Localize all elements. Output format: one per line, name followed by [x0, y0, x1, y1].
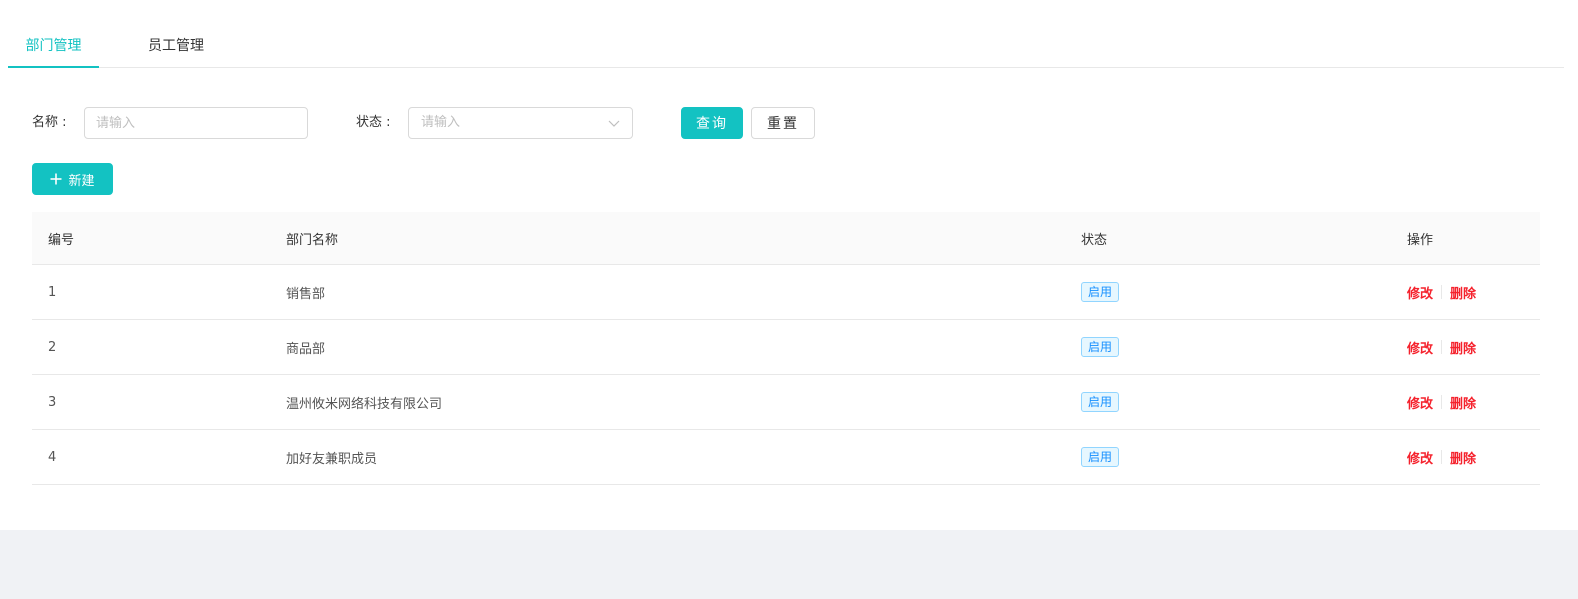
- status-select[interactable]: 请输入: [408, 107, 633, 139]
- row-id: 1: [48, 284, 57, 300]
- table-row: 2 商品部 启用 修改 删除: [32, 320, 1540, 375]
- column-header-name: 部门名称: [286, 232, 339, 248]
- table-row: 3 温州攸米网络科技有限公司 启用 修改 删除: [32, 375, 1540, 430]
- status-select-placeholder: 请输入: [421, 115, 461, 130]
- table-row: 4 加好友兼职成员 启用 修改 删除: [32, 430, 1540, 485]
- delete-link[interactable]: 删除: [1450, 393, 1476, 412]
- table-row: 1 销售部 启用 修改 删除: [32, 265, 1540, 320]
- status-badge: 启用: [1081, 447, 1120, 467]
- delete-link[interactable]: 删除: [1450, 338, 1476, 357]
- new-button-label: 新建: [68, 173, 95, 189]
- row-id: 4: [48, 449, 57, 465]
- edit-link[interactable]: 修改: [1407, 393, 1433, 412]
- reset-button[interactable]: 重置: [751, 107, 815, 139]
- row-name: 加好友兼职成员: [286, 451, 378, 467]
- status-badge: 启用: [1081, 337, 1120, 357]
- row-id: 3: [48, 394, 57, 410]
- row-actions: 修改 删除: [1407, 375, 1476, 429]
- row-name: 销售部: [286, 286, 326, 302]
- edit-link[interactable]: 修改: [1407, 338, 1433, 357]
- delete-link[interactable]: 删除: [1450, 448, 1476, 467]
- column-header-id: 编号: [48, 232, 75, 248]
- new-button[interactable]: 新建: [32, 163, 113, 195]
- edit-link[interactable]: 修改: [1407, 283, 1433, 302]
- row-status-cell: 启用: [1081, 320, 1120, 374]
- edit-link[interactable]: 修改: [1407, 448, 1433, 467]
- tab-bar: 部门管理 员工管理: [8, 0, 1564, 68]
- row-name: 温州攸米网络科技有限公司: [286, 396, 443, 412]
- department-table: 编号 部门名称 状态 操作 1 销售部 启用 修改 删除 2 商品部 启用 修改…: [32, 212, 1540, 485]
- tab-employee-management[interactable]: 员工管理: [130, 0, 222, 67]
- row-status-cell: 启用: [1081, 375, 1120, 429]
- name-search-input[interactable]: [84, 107, 308, 139]
- row-status-cell: 启用: [1081, 265, 1120, 319]
- row-actions: 修改 删除: [1407, 265, 1476, 319]
- delete-link[interactable]: 删除: [1450, 283, 1476, 302]
- column-header-actions: 操作: [1407, 232, 1434, 248]
- column-header-status: 状态: [1081, 232, 1108, 248]
- action-divider: [1441, 395, 1443, 409]
- action-divider: [1441, 450, 1443, 464]
- row-actions: 修改 删除: [1407, 430, 1476, 484]
- row-actions: 修改 删除: [1407, 320, 1476, 374]
- tab-department-management[interactable]: 部门管理: [8, 0, 99, 68]
- query-button[interactable]: 查询: [681, 107, 743, 139]
- row-id: 2: [48, 339, 57, 355]
- table-header: 编号 部门名称 状态 操作: [32, 212, 1540, 265]
- status-badge: 启用: [1081, 392, 1120, 412]
- action-divider: [1441, 285, 1443, 299]
- status-label: 状态 :: [356, 115, 391, 130]
- name-label: 名称 :: [32, 115, 67, 130]
- status-badge: 启用: [1081, 282, 1120, 302]
- plus-icon: [50, 173, 62, 185]
- content-card: 部门管理 员工管理 名称 : 状态 : 请输入 查询 重置 新建 编号 部门名称…: [0, 0, 1578, 530]
- row-status-cell: 启用: [1081, 430, 1120, 484]
- action-divider: [1441, 340, 1443, 354]
- row-name: 商品部: [286, 341, 326, 357]
- chevron-down-icon: [608, 120, 620, 127]
